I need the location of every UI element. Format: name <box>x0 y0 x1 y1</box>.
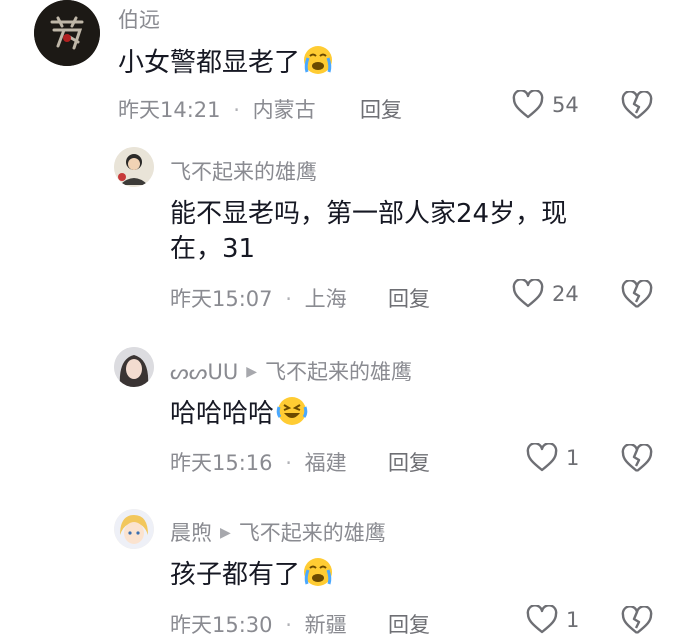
heart-icon <box>512 90 544 119</box>
reply-arrow-icon: ▶ <box>246 364 257 380</box>
comment-item: 晨煦 ▶ 飞不起来的雄鹰 孩子都有了 昨天15:30 · 新疆 回复 1 <box>0 503 688 640</box>
reply-button[interactable]: 回复 <box>388 447 430 477</box>
comment-item: 伯远 小女警都显老了 昨天14:21 · 内蒙古 回复 54 <box>0 0 688 130</box>
comment-text: 能不显老吗，第一部人家24岁，现 在，31 <box>170 199 568 264</box>
like-count: 24 <box>552 282 579 306</box>
comment-meta: 昨天15:16 · 福建 <box>170 451 347 475</box>
username: 晨煦 ▶ 飞不起来的雄鹰 <box>170 521 386 545</box>
heart-icon <box>526 443 558 472</box>
comment-text: 哈哈哈哈 <box>170 395 308 432</box>
reply-button[interactable]: 回复 <box>388 609 430 639</box>
like-button[interactable]: 1 <box>526 443 579 473</box>
reply-button[interactable]: 回复 <box>388 283 430 313</box>
broken-heart-icon <box>621 443 653 472</box>
comment-item: ᔕᔕUU ▶ 飞不起来的雄鹰 哈哈哈哈 昨天15:16 · 福建 回复 1 <box>0 340 688 480</box>
dislike-button[interactable] <box>621 443 653 478</box>
like-button[interactable]: 54 <box>512 90 579 120</box>
crying-face-emoji <box>304 46 333 74</box>
avatar[interactable] <box>114 147 154 187</box>
comment-meta: 昨天15:07 · 上海 <box>170 287 347 311</box>
comment-meta: 昨天14:21 · 内蒙古 <box>118 98 316 122</box>
dislike-button[interactable] <box>621 605 653 640</box>
avatar[interactable] <box>114 347 154 387</box>
heart-icon <box>512 279 544 308</box>
username: ᔕᔕUU ▶ 飞不起来的雄鹰 <box>170 360 412 384</box>
broken-heart-icon <box>621 279 653 308</box>
comment-meta: 昨天15:30 · 新疆 <box>170 613 347 637</box>
like-count: 1 <box>566 608 580 632</box>
like-count: 1 <box>566 446 580 470</box>
broken-heart-icon <box>621 90 653 119</box>
reply-button[interactable]: 回复 <box>360 94 402 124</box>
like-count: 54 <box>552 93 579 117</box>
dislike-button[interactable] <box>621 90 653 125</box>
dislike-button[interactable] <box>621 279 653 314</box>
comment-item: 飞不起来的雄鹰 能不显老吗，第一部人家24岁，现 在，31 昨天15:07 · … <box>0 140 688 320</box>
like-button[interactable]: 1 <box>526 605 579 635</box>
like-button[interactable]: 24 <box>512 279 579 309</box>
reply-arrow-icon: ▶ <box>220 525 231 541</box>
comment-text: 孩子都有了 <box>170 556 334 593</box>
comment-text: 小女警都显老了 <box>118 44 334 81</box>
rolling-laughing-face-emoji <box>276 397 308 425</box>
heart-icon <box>526 605 558 634</box>
crying-face-emoji <box>304 558 333 586</box>
avatar[interactable] <box>34 0 100 66</box>
broken-heart-icon <box>621 605 653 634</box>
username[interactable]: 飞不起来的雄鹰 <box>170 156 317 186</box>
avatar[interactable] <box>114 509 154 549</box>
username[interactable]: 伯远 <box>118 4 160 34</box>
